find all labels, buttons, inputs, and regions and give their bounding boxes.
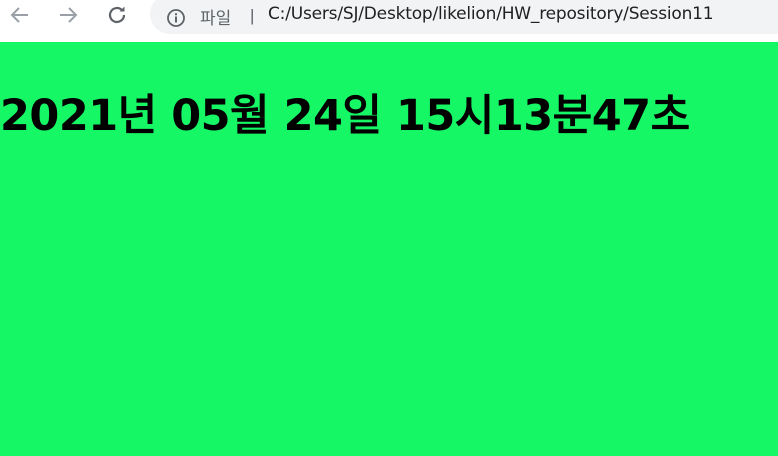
url-text[interactable]: C:/Users/SJ/Desktop/likelion/HW_reposito… (268, 4, 714, 24)
info-icon[interactable] (166, 8, 186, 28)
forward-button[interactable] (50, 0, 86, 30)
reload-icon (108, 6, 126, 24)
site-scheme-label: 파일 (200, 9, 232, 29)
browser-toolbar: 파일 | C:/Users/SJ/Desktop/likelion/HW_rep… (0, 0, 778, 42)
forward-arrow-icon (60, 7, 78, 23)
address-bar[interactable]: 파일 | C:/Users/SJ/Desktop/likelion/HW_rep… (150, 0, 778, 34)
omnibox-separator: | (250, 6, 255, 25)
page-body: 2021년 05월 24일 15시13분47초 (0, 42, 778, 456)
clock-display: 2021년 05월 24일 15시13분47초 (0, 91, 690, 141)
reload-button[interactable] (99, 0, 135, 30)
back-arrow-icon (10, 7, 28, 23)
back-button[interactable] (2, 0, 38, 30)
